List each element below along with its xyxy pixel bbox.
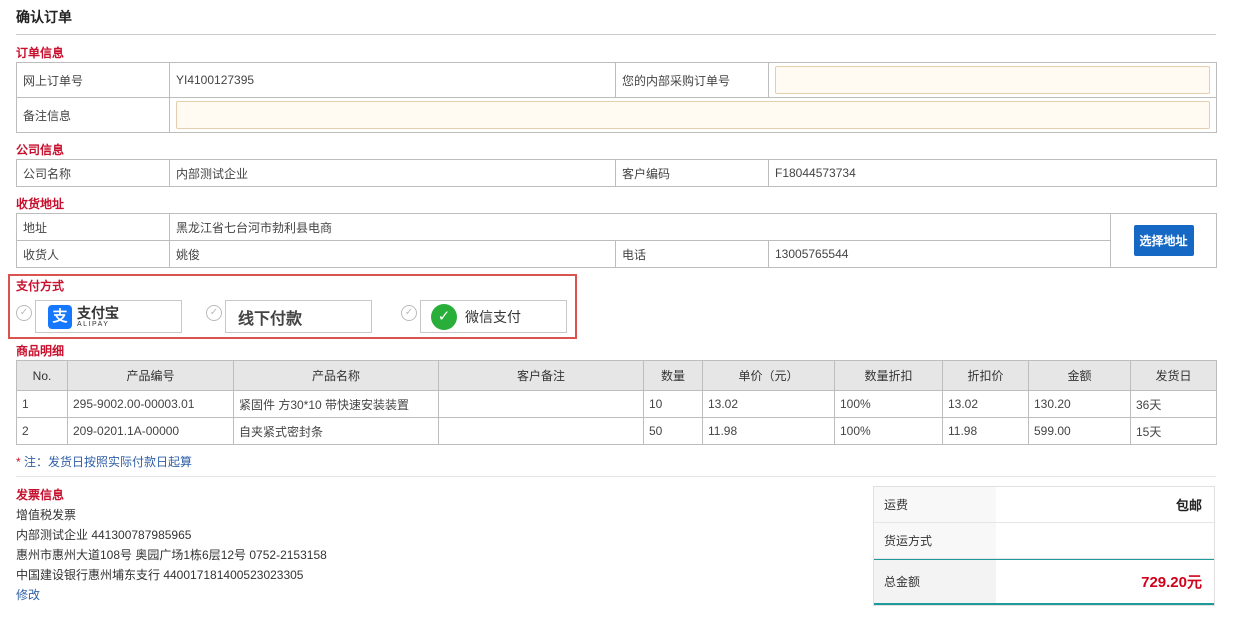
offline-card[interactable]: 线下付款 xyxy=(225,300,372,333)
wechat-card[interactable]: ✓ 微信支付 xyxy=(420,300,567,333)
invoice-address: 惠州市惠州大道108号 奥园广场1栋6层12号 0752-2153158 xyxy=(16,548,327,562)
internal-po-label: 您的内部采购订单号 xyxy=(615,62,769,98)
shipping-method-row: 货运方式 xyxy=(874,523,1214,559)
customer-code-label: 客户编码 xyxy=(615,159,769,187)
internal-po-input[interactable] xyxy=(775,66,1210,94)
alipay-label-en: ALIPAY xyxy=(77,320,110,328)
internal-po-cell xyxy=(768,62,1217,98)
items-table: No. 产品编号 产品名称 客户备注 数量 单价（元） 数量折扣 折扣价 金额 … xyxy=(16,360,1217,445)
total-label: 总金额 xyxy=(874,560,996,603)
invoice-type: 增值税发票 xyxy=(16,508,77,522)
row-name: 自夹紧式密封条 xyxy=(233,417,439,445)
row-code: 209-0201.1A-00000 xyxy=(67,417,234,445)
row-ship: 36天 xyxy=(1130,390,1217,418)
order-info-table: 网上订单号 YI4100127395 您的内部采购订单号 备注信息 xyxy=(16,62,1217,133)
freight-label: 运费 xyxy=(874,487,996,522)
company-name-value: 内部测试企业 xyxy=(169,159,616,187)
wechat-label: 微信支付 xyxy=(465,308,521,325)
alipay-card[interactable]: 支 支付宝 ALIPAY xyxy=(35,300,182,333)
table-row: 1 295-9002.00-00003.01 紧固件 方30*10 带快速安装装… xyxy=(16,390,1217,418)
col-header-qty: 数量 xyxy=(643,360,703,391)
page-title: 确认订单 xyxy=(16,9,72,25)
freight-row: 运费 包邮 xyxy=(874,487,1214,523)
col-header-code: 产品编号 xyxy=(67,360,234,391)
col-header-name: 产品名称 xyxy=(233,360,439,391)
col-header-ship: 发货日 xyxy=(1130,360,1217,391)
items-title: 商品明细 xyxy=(16,344,65,358)
order-info-title: 订单信息 xyxy=(16,46,65,60)
select-address-cell: 选择地址 xyxy=(1110,213,1218,268)
address-label: 地址 xyxy=(16,213,170,241)
row-discount: 100% xyxy=(834,417,943,445)
alipay-label-cn: 支付宝 xyxy=(77,304,119,321)
check-circle-icon[interactable]: ✓ xyxy=(16,305,32,321)
remark-input[interactable] xyxy=(176,101,1210,129)
company-info-title: 公司信息 xyxy=(16,143,65,157)
invoice-bank: 中国建设银行惠州埔东支行 440017181400523023305 xyxy=(16,568,304,582)
company-name-label: 公司名称 xyxy=(16,159,170,187)
total-value: 729.20元 xyxy=(1141,574,1202,591)
invoice-section: 发票信息 增值税发票 内部测试企业 441300787985965 惠州市惠州大… xyxy=(16,485,516,605)
row-amount: 130.20 xyxy=(1028,390,1131,418)
col-header-no: No. xyxy=(16,360,68,391)
shipping-address-title: 收货地址 xyxy=(16,197,65,211)
shipping-note: * 注：发货日按照实际付款日起算 xyxy=(16,453,192,470)
row-no: 2 xyxy=(16,417,68,445)
customer-code-value: F18044573734 xyxy=(768,159,1217,187)
row-code: 295-9002.00-00003.01 xyxy=(67,390,234,418)
order-summary: 运费 包邮 货运方式 总金额 729.20元 xyxy=(873,486,1215,606)
invoice-edit-link[interactable]: 修改 xyxy=(16,585,516,605)
note-asterisk: * xyxy=(16,455,21,469)
col-header-discount-price: 折扣价 xyxy=(942,360,1029,391)
shipping-address-table: 地址 黑龙江省七台河市勃利县电商 选择地址 收货人 姚俊 电话 13005765… xyxy=(16,213,1218,268)
check-circle-icon[interactable]: ✓ xyxy=(401,305,417,321)
row-qty: 50 xyxy=(643,417,703,445)
col-header-amount: 金额 xyxy=(1028,360,1131,391)
title-divider xyxy=(16,34,1216,35)
payment-title: 支付方式 xyxy=(16,279,65,293)
row-remark xyxy=(438,390,644,418)
row-price: 13.02 xyxy=(702,390,835,418)
row-discount-price: 13.02 xyxy=(942,390,1029,418)
remark-label: 备注信息 xyxy=(16,97,170,133)
invoice-company: 内部测试企业 441300787985965 xyxy=(16,528,192,542)
alipay-icon: 支 xyxy=(48,304,72,329)
items-header-row: No. 产品编号 产品名称 客户备注 数量 单价（元） 数量折扣 折扣价 金额 … xyxy=(16,360,1217,391)
company-info-table: 公司名称 内部测试企业 客户编码 F18044573734 xyxy=(16,159,1217,187)
col-header-remark: 客户备注 xyxy=(438,360,644,391)
row-qty: 10 xyxy=(643,390,703,418)
shipping-method-label: 货运方式 xyxy=(874,523,996,558)
invoice-title: 发票信息 xyxy=(16,488,65,502)
online-order-label: 网上订单号 xyxy=(16,62,170,98)
col-header-price: 单价（元） xyxy=(702,360,835,391)
row-discount: 100% xyxy=(834,390,943,418)
row-remark xyxy=(438,417,644,445)
col-header-discount: 数量折扣 xyxy=(834,360,943,391)
alipay-label: 支付宝 ALIPAY xyxy=(77,306,119,328)
wechat-icon: ✓ xyxy=(431,303,457,330)
table-row: 2 209-0201.1A-00000 自夹紧式密封条 50 11.98 100… xyxy=(16,417,1217,445)
receiver-value: 姚俊 xyxy=(169,240,616,268)
row-discount-price: 11.98 xyxy=(942,417,1029,445)
remark-cell xyxy=(169,97,1217,133)
row-no: 1 xyxy=(16,390,68,418)
row-amount: 599.00 xyxy=(1028,417,1131,445)
row-price: 11.98 xyxy=(702,417,835,445)
row-name: 紧固件 方30*10 带快速安装装置 xyxy=(233,390,439,418)
phone-value: 13005765544 xyxy=(767,240,1112,268)
select-address-button[interactable]: 选择地址 xyxy=(1133,225,1194,256)
total-row: 总金额 729.20元 xyxy=(874,559,1214,605)
phone-label: 电话 xyxy=(615,240,769,268)
address-value: 黑龙江省七台河市勃利县电商 xyxy=(168,213,1112,241)
offline-label: 线下付款 xyxy=(238,310,303,328)
check-circle-icon[interactable]: ✓ xyxy=(206,305,222,321)
note-text: 注：发货日按照实际付款日起算 xyxy=(24,455,193,469)
note-divider xyxy=(16,476,1216,477)
receiver-label: 收货人 xyxy=(16,240,170,268)
freight-value: 包邮 xyxy=(1175,498,1202,513)
row-ship: 15天 xyxy=(1130,417,1217,445)
online-order-value: YI4100127395 xyxy=(169,62,616,98)
